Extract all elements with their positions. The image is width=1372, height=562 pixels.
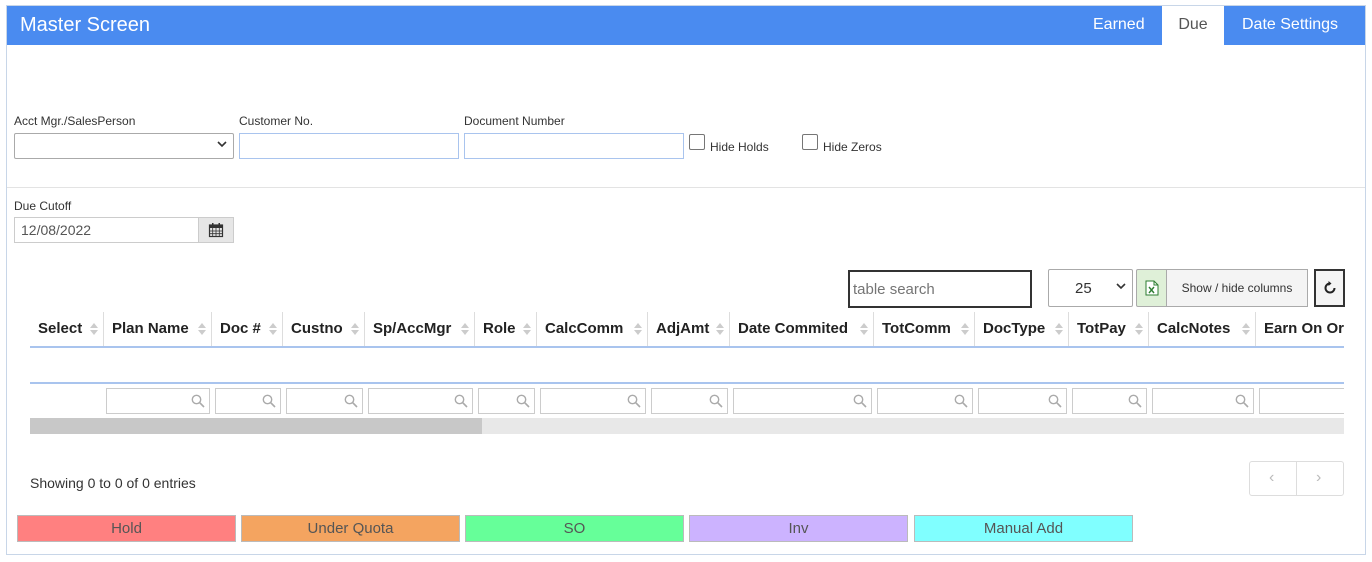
search-icon	[1048, 394, 1062, 411]
sort-icon	[961, 323, 969, 335]
next-page-button[interactable]: ›	[1316, 469, 1321, 487]
legend-hold: Hold	[17, 515, 236, 542]
search-icon	[344, 394, 358, 411]
entries-info: Showing 0 to 0 of 0 entries	[30, 475, 196, 491]
acct-mgr-select[interactable]	[14, 133, 234, 159]
excel-export-button[interactable]	[1136, 269, 1167, 307]
customer-no-label: Customer No.	[239, 114, 314, 128]
role-filter-input[interactable]	[478, 388, 535, 414]
column-header-role[interactable]: Role	[475, 312, 537, 346]
document-number-input[interactable]	[464, 133, 684, 159]
pager-divider	[1296, 462, 1297, 495]
column-header-totpay[interactable]: TotPay	[1069, 312, 1149, 346]
sort-icon	[1242, 323, 1250, 335]
legend-so: SO	[465, 515, 684, 542]
page-size-select[interactable]: 25	[1048, 269, 1133, 307]
refresh-icon	[1322, 281, 1338, 299]
calcnotes-filter-input[interactable]	[1152, 388, 1254, 414]
table-search-input[interactable]	[848, 270, 1032, 308]
sort-icon	[860, 323, 868, 335]
sort-icon	[461, 323, 469, 335]
legend-manual-add: Manual Add	[914, 515, 1133, 542]
column-header-plan-name[interactable]: Plan Name	[104, 312, 212, 346]
sort-icon	[198, 323, 206, 335]
plan-name-filter-input[interactable]	[106, 388, 210, 414]
earn-on-filter-input[interactable]	[1259, 388, 1344, 414]
sp-accmgr-filter-input[interactable]	[368, 388, 473, 414]
search-icon	[516, 394, 530, 411]
search-icon	[262, 394, 276, 411]
sort-icon	[634, 323, 642, 335]
sort-icon	[1135, 323, 1143, 335]
totpay-filter-input[interactable]	[1072, 388, 1147, 414]
header-bar: Master Screen Earned Due Date Settings	[7, 6, 1365, 45]
reset-button[interactable]	[1314, 269, 1345, 307]
tab-date-settings[interactable]: Date Settings	[1224, 6, 1356, 45]
legend-under-quota: Under Quota	[241, 515, 460, 542]
previous-page-button[interactable]: ‹	[1269, 469, 1274, 487]
pagination: ‹ ›	[1249, 461, 1344, 496]
column-header-totcomm[interactable]: TotComm	[874, 312, 975, 346]
sort-icon	[1055, 323, 1063, 335]
sort-icon	[90, 323, 98, 335]
column-header-date-commited[interactable]: Date Commited	[730, 312, 874, 346]
custno-filter-input[interactable]	[286, 388, 363, 414]
calendar-button[interactable]	[198, 217, 234, 243]
search-icon	[454, 394, 468, 411]
section-divider	[7, 187, 1365, 188]
column-header-adjamt[interactable]: AdjAmt	[648, 312, 730, 346]
search-icon	[954, 394, 968, 411]
sort-icon	[716, 323, 724, 335]
sort-icon	[269, 323, 277, 335]
hide-zeros-checkbox[interactable]	[802, 134, 818, 150]
totcomm-filter-input[interactable]	[877, 388, 973, 414]
calccomm-filter-input[interactable]	[540, 388, 646, 414]
adjamt-filter-input[interactable]	[651, 388, 728, 414]
table-empty-row	[30, 348, 1344, 384]
column-header-doc[interactable]: Doc #	[212, 312, 283, 346]
table-header: Select Plan Name Doc # Custno Sp/AccMgr …	[30, 312, 1344, 348]
column-filter-row	[30, 384, 1344, 418]
chevron-down-icon	[217, 139, 227, 152]
legend-inv: Inv	[689, 515, 908, 542]
master-screen-panel: Master Screen Earned Due Date Settings A…	[6, 5, 1366, 555]
search-icon	[191, 394, 205, 411]
data-table: Select Plan Name Doc # Custno Sp/AccMgr …	[30, 312, 1344, 434]
search-icon	[853, 394, 867, 411]
page-title: Master Screen	[20, 14, 151, 36]
due-cutoff-input[interactable]: 12/08/2022	[14, 217, 198, 243]
sort-icon	[523, 323, 531, 335]
column-header-custno[interactable]: Custno	[283, 312, 365, 346]
date-commited-filter-input[interactable]	[733, 388, 872, 414]
page-size-value: 25	[1075, 280, 1092, 297]
customer-no-input[interactable]	[239, 133, 459, 159]
search-icon	[1128, 394, 1142, 411]
search-icon	[627, 394, 641, 411]
doc-filter-input[interactable]	[215, 388, 281, 414]
column-header-select[interactable]: Select	[30, 312, 104, 346]
doctype-filter-input[interactable]	[978, 388, 1067, 414]
column-header-doctype[interactable]: DocType	[975, 312, 1069, 346]
column-header-calccomm[interactable]: CalcComm	[537, 312, 648, 346]
hide-holds-checkbox[interactable]	[689, 134, 705, 150]
show-hide-columns-button[interactable]: Show / hide columns	[1166, 269, 1308, 307]
hide-holds-label: Hide Holds	[710, 140, 769, 154]
document-number-label: Document Number	[464, 114, 565, 128]
calendar-icon	[208, 223, 224, 241]
tab-earned[interactable]: Earned	[1075, 6, 1163, 45]
tab-due[interactable]: Due	[1162, 6, 1224, 45]
hide-zeros-label: Hide Zeros	[823, 140, 882, 154]
column-header-earn-on-or[interactable]: Earn On Or	[1256, 312, 1344, 346]
acct-mgr-label: Acct Mgr./SalesPerson	[14, 114, 136, 128]
chevron-down-icon	[1116, 281, 1126, 294]
search-icon	[1235, 394, 1249, 411]
scrollbar-thumb[interactable]	[30, 418, 482, 434]
search-icon	[709, 394, 723, 411]
column-header-calcnotes[interactable]: CalcNotes	[1149, 312, 1256, 346]
column-header-sp-accmgr[interactable]: Sp/AccMgr	[365, 312, 475, 346]
sort-icon	[351, 323, 359, 335]
horizontal-scrollbar[interactable]	[30, 418, 1344, 434]
due-cutoff-label: Due Cutoff	[14, 199, 72, 213]
